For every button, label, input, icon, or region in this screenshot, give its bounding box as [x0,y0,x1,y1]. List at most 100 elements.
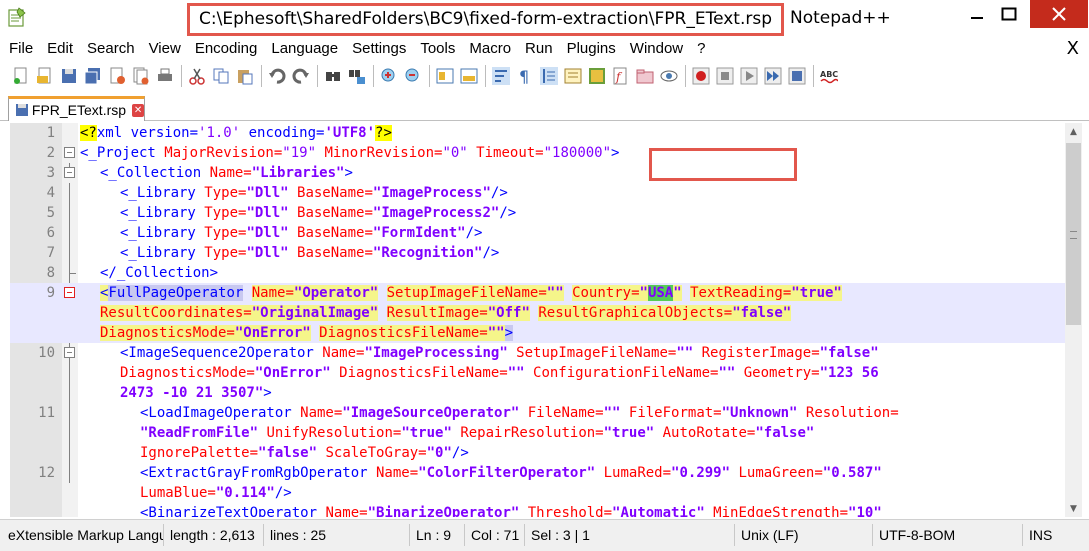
menu-window[interactable]: Window [621,39,688,59]
undo-icon[interactable] [267,66,287,86]
show-all-chars-icon[interactable]: ¶ [515,66,535,86]
close-all-icon[interactable] [131,66,151,86]
minimize-icon [971,17,983,19]
monitoring-icon[interactable] [659,66,679,86]
menu-bar: File Edit Search View Encoding Language … [0,38,1089,60]
new-file-icon[interactable] [11,66,31,86]
menu-view[interactable]: View [140,39,186,59]
line-number: 12 [38,465,55,481]
redo-icon[interactable] [291,66,311,86]
scrollbar-grip [1070,231,1077,239]
line-content: <ImageSequence2Operator Name="ImageProce… [120,345,879,361]
zoom-in-icon[interactable] [379,66,399,86]
line-content-wrap: IgnorePalette="false" ScaleToGray="0"/> [140,445,469,461]
save-icon[interactable] [59,66,79,86]
save-all-icon[interactable] [83,66,103,86]
menu-encoding[interactable]: Encoding [186,39,263,59]
function-list-icon[interactable]: f [611,66,631,86]
find-icon[interactable] [323,66,343,86]
code-line: 3 <_Collection Name="Libraries"> [10,163,1065,183]
code-line: <BinarizeTextOperator Name="BinarizeOper… [10,503,1065,517]
zoom-out-icon[interactable] [403,66,423,86]
line-content: </_Collection> [100,265,219,281]
toolbar-separator [181,65,182,87]
folder-workspace-icon[interactable] [635,66,655,86]
tab-fpr-etext[interactable]: FPR_EText.rsp ✕ [8,96,145,121]
word-wrap-icon[interactable] [491,66,511,86]
line-content-wrap: DiagnosticsMode="OnError" DiagnosticsFil… [100,325,514,341]
code-editor[interactable]: 1 <?xml version='1.0' encoding='UTF8'?> … [10,123,1065,517]
open-file-icon[interactable] [35,66,55,86]
maximize-button[interactable] [989,0,1029,28]
paste-icon[interactable] [235,66,255,86]
copy-icon[interactable] [211,66,231,86]
sync-horizontal-icon[interactable] [459,66,479,86]
cut-icon[interactable] [187,66,207,86]
menu-help[interactable]: ? [688,39,710,59]
line-number: 3 [46,165,55,181]
notepad-plus-plus-icon[interactable] [8,7,26,27]
line-number: 1 [46,125,55,141]
code-line: 8 </_Collection> [10,263,1065,283]
line-content: <FullPageOperator Name="Operator" SetupI… [100,285,842,301]
menu-run[interactable]: Run [516,39,558,59]
line-content: <_Library Type="Dll" BaseName="Recogniti… [120,245,500,261]
spell-check-icon[interactable]: ABC [819,66,839,86]
fold-toggle[interactable] [64,347,75,358]
record-macro-icon[interactable] [691,66,711,86]
replace-icon[interactable] [347,66,367,86]
code-line: 11 <LoadImageOperator Name="ImageSourceO… [10,403,1065,463]
save-macro-icon[interactable] [787,66,807,86]
close-file-icon[interactable] [107,66,127,86]
status-ln: Ln : 9 [410,524,465,546]
status-encoding: UTF-8-BOM [873,524,1023,546]
sync-vertical-icon[interactable] [435,66,455,86]
line-content: <LoadImageOperator Name="ImageSourceOper… [140,405,899,421]
fold-toggle[interactable] [64,167,75,178]
status-eol: Unix (LF) [735,524,873,546]
fold-toggle[interactable] [64,287,75,298]
saved-file-icon [16,104,28,116]
close-window-button[interactable] [1030,0,1088,28]
line-number: 11 [38,405,55,421]
menu-settings[interactable]: Settings [343,39,411,59]
close-document-button[interactable]: X [1067,38,1079,60]
code-line: 1 <?xml version='1.0' encoding='UTF8'?> [10,123,1065,143]
line-content-wrap: <ExtractGrayFromRgbOperatorLumaBlue="0.1… [140,485,292,501]
line-content-wrap: DiagnosticsMode="OnError" DiagnosticsFil… [120,365,879,381]
line-number: 8 [46,265,55,281]
vertical-scrollbar[interactable]: ▲ ▼ [1065,123,1082,517]
scrollbar-thumb[interactable] [1066,143,1081,325]
menu-search[interactable]: Search [78,39,140,59]
stop-record-icon[interactable] [715,66,735,86]
line-number: 9 [46,285,55,301]
indent-guide-icon[interactable] [539,66,559,86]
country-highlight-box [649,148,797,181]
toolbar-separator [261,65,262,87]
doc-map-icon[interactable] [587,66,607,86]
menu-language[interactable]: Language [262,39,343,59]
play-macro-icon[interactable] [739,66,759,86]
status-bar: eXtensible Markup Language file length :… [0,519,1089,551]
status-lines: lines : 25 [264,524,410,546]
status-mode: INS [1029,527,1053,543]
scroll-up-icon[interactable]: ▲ [1065,123,1082,140]
window-title-path: C:\Ephesoft\SharedFolders\BC9\fixed-form… [187,3,785,36]
document-tab-bar: FPR_EText.rsp ✕ [0,95,1089,121]
scroll-down-icon[interactable]: ▼ [1065,500,1082,517]
line-number: 4 [46,185,55,201]
code-line: 4 <_Library Type="Dll" BaseName="ImagePr… [10,183,1065,203]
line-content: <ExtractGrayFromRgbOperator Name="ColorF… [140,465,882,481]
menu-plugins[interactable]: Plugins [558,39,621,59]
menu-macro[interactable]: Macro [460,39,516,59]
menu-tools[interactable]: Tools [411,39,460,59]
print-icon[interactable] [155,66,175,86]
run-macro-multiple-icon[interactable] [763,66,783,86]
tab-close-icon[interactable]: ✕ [132,103,144,117]
menu-edit[interactable]: Edit [38,39,78,59]
code-line-current: 9 <FullPageOperator Name="Operator" Setu… [10,283,1065,343]
lang-udl-icon[interactable] [563,66,583,86]
code-line: 10 <ImageSequence2Operator Name="ImagePr… [10,343,1065,403]
menu-file[interactable]: File [0,39,38,59]
fold-toggle[interactable] [64,147,75,158]
